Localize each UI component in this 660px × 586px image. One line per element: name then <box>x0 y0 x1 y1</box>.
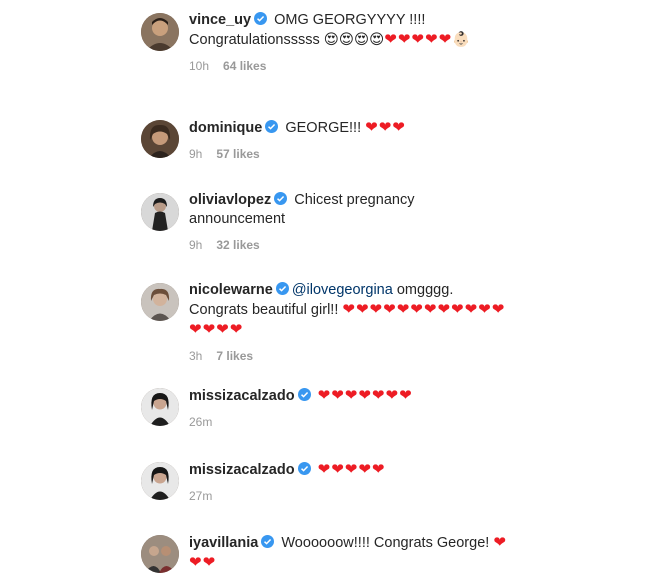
avatar[interactable] <box>141 388 179 426</box>
comment-username[interactable]: iyavillania <box>189 535 258 551</box>
avatar[interactable] <box>141 13 179 51</box>
comment-body: oliviavlopez Chicest pregnancy announcem… <box>189 191 511 229</box>
avatar[interactable] <box>141 535 179 573</box>
avatar[interactable] <box>141 283 179 321</box>
avatar[interactable] <box>141 120 179 158</box>
comment-meta: 26m <box>189 415 511 429</box>
comment-time: 10h <box>189 59 210 73</box>
comment-meta: 9h 57 likes <box>189 147 511 161</box>
comment-body: dominique GEORGE!!! ❤❤❤ <box>189 118 511 138</box>
comment-username[interactable]: nicolewarne <box>189 282 273 298</box>
comment-likes[interactable]: 7 likes <box>216 349 253 363</box>
comment-meta: 10h 64 likes <box>189 59 511 73</box>
verified-badge-icon <box>297 388 311 401</box>
comment-body: nicolewarne @ilovegeorgina omgggg. Congra… <box>189 281 511 340</box>
comment-item: oliviavlopez Chicest pregnancy announcem… <box>141 191 511 252</box>
comment-username[interactable]: missizacalzado <box>189 388 295 404</box>
comment-text: ❤❤❤❤❤❤❤ <box>317 387 413 404</box>
comment-username[interactable]: missizacalzado <box>189 462 295 478</box>
comment-username[interactable]: oliviavlopez <box>189 192 271 208</box>
verified-badge-icon <box>275 282 289 295</box>
comment-time: 26m <box>189 415 213 429</box>
comment-body: missizacalzado ❤❤❤❤❤ <box>189 460 511 480</box>
comment-body: missizacalzado ❤❤❤❤❤❤❤ <box>189 386 511 406</box>
comment-meta: 9h 32 likes <box>189 238 511 252</box>
verified-badge-icon <box>297 462 311 475</box>
comment-meta: 27m <box>189 489 511 503</box>
comment-body: vince_uy OMG GEORGYYYY !!!! Congratulati… <box>189 11 511 50</box>
comment-likes[interactable]: 64 likes <box>223 59 266 73</box>
comment-time: 3h <box>189 349 203 363</box>
comment-text: ❤❤❤❤❤ <box>317 461 386 478</box>
comment-meta: 3h 7 likes <box>189 349 511 363</box>
avatar[interactable] <box>141 193 179 231</box>
verified-badge-icon <box>254 12 268 25</box>
comment-time: 9h <box>189 238 203 252</box>
verified-badge-icon <box>274 192 288 205</box>
comment-time: 9h <box>189 147 203 161</box>
comment-item: iyavillania Woooooow!!!! Congrats George… <box>141 533 511 573</box>
comment-time: 27m <box>189 489 213 503</box>
comment-username[interactable]: vince_uy <box>189 12 251 28</box>
verified-badge-icon <box>261 535 275 548</box>
avatar[interactable] <box>141 462 179 500</box>
comment-mention-link[interactable]: @ilovegeorgina <box>292 282 393 298</box>
comment-item: nicolewarne @ilovegeorgina omgggg. Congra… <box>141 281 511 363</box>
comment-item: vince_uy OMG GEORGYYYY !!!! Congratulati… <box>141 11 511 73</box>
comment-username[interactable]: dominique <box>189 120 262 136</box>
comment-item: missizacalzado ❤❤❤❤❤❤❤ 26m <box>141 386 511 429</box>
comment-body: iyavillania Woooooow!!!! Congrats George… <box>189 533 511 573</box>
comment-likes[interactable]: 57 likes <box>216 147 259 161</box>
comment-item: dominique GEORGE!!! ❤❤❤ 9h 57 likes <box>141 118 511 161</box>
comment-item: missizacalzado ❤❤❤❤❤ 27m <box>141 460 511 503</box>
comment-likes[interactable]: 32 likes <box>216 238 259 252</box>
verified-badge-icon <box>265 120 279 133</box>
comment-text: GEORGE!!! ❤❤❤ <box>285 119 406 136</box>
